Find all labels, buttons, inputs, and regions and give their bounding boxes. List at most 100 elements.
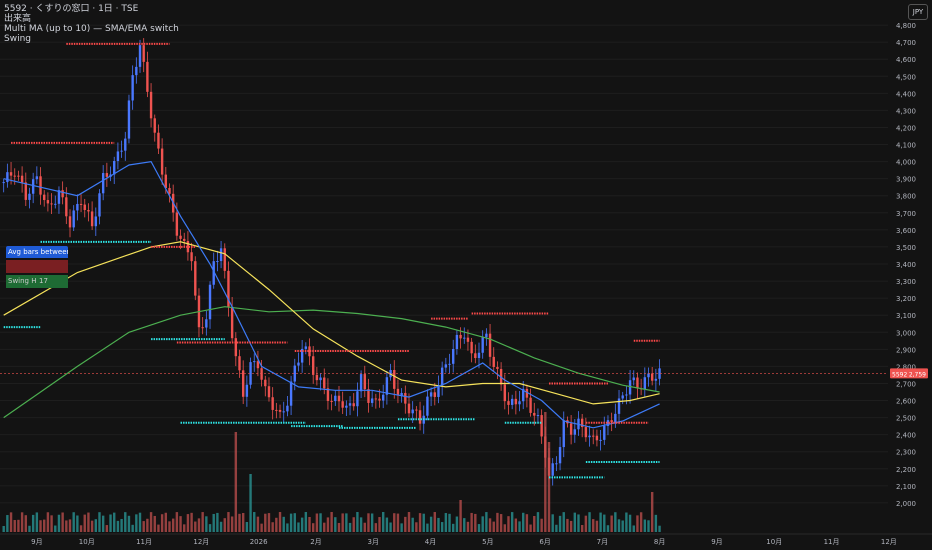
candle-body	[636, 377, 639, 389]
volume-bar	[171, 518, 175, 532]
volume-bar	[378, 517, 381, 532]
candle-body	[466, 337, 470, 342]
volume-bar	[142, 521, 145, 532]
avg-bars-panel: Avg bars between: 7 Swing Hi 17	[6, 246, 68, 288]
volume-bar	[61, 512, 64, 532]
candle-body	[28, 193, 31, 200]
volume-bar	[24, 515, 27, 532]
ma-mid-line	[3, 241, 660, 405]
candle-body	[98, 193, 101, 217]
volume-bar	[76, 515, 79, 532]
candle-body	[278, 409, 282, 412]
x-tick-label: 5月	[482, 538, 493, 546]
volume-bar	[304, 512, 308, 532]
candle-body	[216, 261, 219, 263]
candle-body	[101, 173, 105, 194]
volume-bar	[201, 512, 204, 532]
volume-bar	[113, 512, 116, 532]
volume-bar	[352, 517, 355, 532]
volume-bar	[389, 522, 392, 532]
avg-bars-title: Avg bars between: 7	[6, 246, 68, 258]
candle-body	[54, 203, 57, 205]
volume-bar	[116, 520, 120, 532]
candle-body	[334, 395, 337, 402]
y-tick-label: 3,000	[896, 329, 916, 337]
y-tick-label: 4,500	[896, 73, 916, 81]
y-tick-label: 2,200	[896, 466, 916, 474]
candle-body	[50, 203, 53, 205]
candle-body	[61, 190, 64, 198]
volume-bar	[407, 512, 411, 532]
volume-bar	[79, 525, 83, 532]
volume-bar	[186, 514, 190, 532]
volume-bar	[577, 514, 580, 532]
candle-body	[175, 212, 179, 236]
currency-badge[interactable]: JPY	[908, 4, 928, 20]
volume-bar	[614, 512, 617, 532]
avg-cell-1b	[37, 260, 68, 273]
candle-body	[584, 427, 588, 438]
candle-body	[2, 182, 5, 184]
candle-body	[105, 173, 109, 177]
volume-bar	[599, 512, 602, 532]
volume-bar	[429, 516, 433, 532]
candle-body	[647, 373, 650, 378]
candle-body	[643, 377, 647, 390]
candle-body	[46, 200, 50, 204]
indicator-multi-ma[interactable]: Multi MA (up to 10) — SMA/EMA switch	[4, 24, 179, 34]
candle-body	[267, 386, 271, 398]
candle-body	[234, 338, 238, 357]
candle-body	[201, 327, 204, 329]
candle-body	[146, 61, 149, 92]
price-chart[interactable]: 2,000 2,100 2,200 2,300 2,400 2,500 2,600 2,700…	[0, 0, 932, 550]
candle-body	[529, 397, 532, 413]
volume-bar	[212, 513, 215, 532]
candle-body	[76, 203, 79, 211]
candle-body	[323, 377, 326, 389]
volume-bar	[337, 522, 341, 532]
volume-bar	[639, 512, 643, 532]
volume-bar	[101, 515, 105, 532]
volume-bar	[326, 517, 330, 532]
y-tick-label: 4,300	[896, 107, 916, 115]
volume-bar	[382, 512, 385, 532]
candle-body	[271, 397, 274, 410]
volume-bar	[39, 520, 42, 532]
volume-bar	[2, 526, 5, 532]
indicator-swing[interactable]: Swing	[4, 34, 31, 44]
volume-bar	[433, 512, 436, 532]
candle-body	[514, 398, 518, 405]
candle-body	[39, 176, 42, 195]
candle-body	[241, 370, 245, 397]
volume-bar	[28, 525, 31, 532]
avg-cell-1a	[6, 260, 37, 273]
candle-body	[230, 306, 234, 339]
volume-bar	[168, 521, 171, 532]
candle-body	[190, 252, 193, 262]
volume-bar	[359, 517, 363, 532]
y-tick-label: 2,400	[896, 432, 916, 440]
candle-body	[510, 398, 514, 405]
candle-body	[415, 409, 418, 411]
candle-body	[194, 261, 197, 296]
candle-body	[374, 398, 378, 400]
volume-bar	[510, 512, 514, 532]
ma-fast-line	[3, 160, 660, 429]
volume-bar	[9, 512, 13, 532]
x-tick-label: 2月	[310, 538, 321, 546]
volume-bar	[138, 512, 142, 532]
x-tick-label: 9月	[31, 538, 42, 546]
candle-body	[393, 369, 396, 389]
x-tick-label: 7月	[597, 538, 608, 546]
volume-bar	[282, 516, 285, 532]
volume-bar	[83, 514, 86, 532]
candle-body	[518, 401, 521, 405]
candle-body	[286, 405, 289, 412]
volume-bar	[297, 522, 300, 532]
volume-bar	[120, 518, 123, 532]
candle-body	[127, 100, 131, 139]
volume-bar	[400, 523, 403, 532]
candle-body	[599, 439, 602, 441]
candle-body	[87, 210, 90, 212]
volume-bar	[57, 514, 61, 532]
